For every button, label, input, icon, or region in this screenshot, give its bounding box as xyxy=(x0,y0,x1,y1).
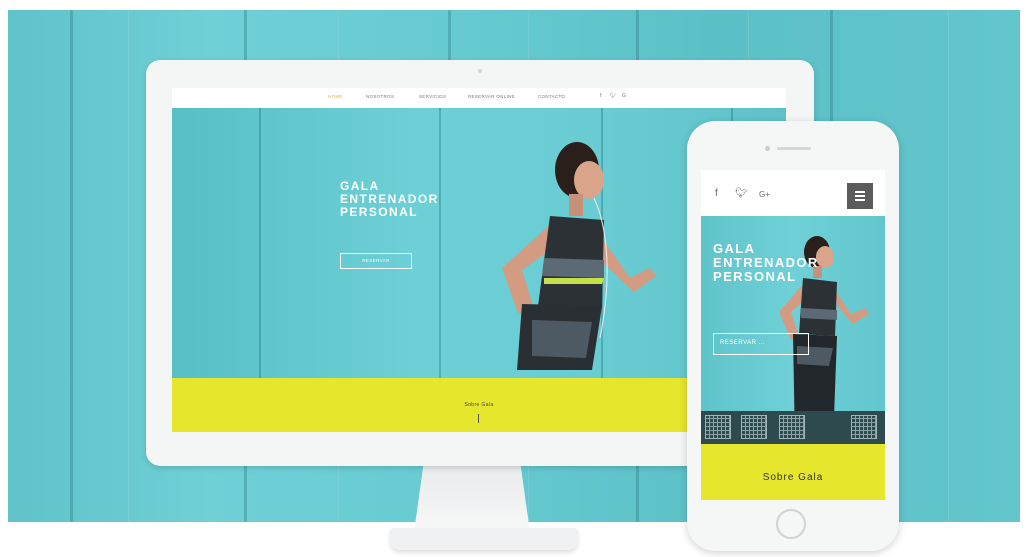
phone-speaker xyxy=(777,147,811,150)
nav-reservar-online[interactable]: RESERVAR ONLINE xyxy=(468,94,515,99)
fence-strip xyxy=(701,411,885,444)
nav-home[interactable]: HOME xyxy=(328,94,343,99)
scroll-indicator xyxy=(478,414,479,423)
hamburger-menu-icon[interactable] xyxy=(847,183,873,209)
twitter-icon[interactable]: 🐦︎ xyxy=(735,188,748,199)
mobile-reservar-button[interactable]: RESERVAR ... xyxy=(713,333,809,355)
facebook-icon[interactable]: f xyxy=(715,188,718,199)
mobile-hero-section: GALA ENTRENADOR PERSONAL RESERVAR ... xyxy=(701,216,885,444)
mobile-about-heading[interactable]: Sobre Gala xyxy=(701,472,885,483)
nav-servicios[interactable]: SERVICIOS xyxy=(419,94,446,99)
google-plus-icon[interactable]: G xyxy=(622,93,626,99)
mobile-about-section: Sobre Gala xyxy=(701,444,885,500)
nav-nosotros[interactable]: NOSOTROS xyxy=(366,94,394,99)
nav-contacto[interactable]: CONTACTO xyxy=(538,94,565,99)
twitter-icon[interactable]: 🐦︎ xyxy=(610,93,616,99)
mobile-header: f 🐦︎ G+ xyxy=(701,170,885,216)
phone-camera-icon xyxy=(765,146,770,151)
mobile-screen: f 🐦︎ G+ GALA ENTRENADOR PERSONAL RESERVA… xyxy=(701,170,885,500)
google-plus-icon[interactable]: G+ xyxy=(759,190,770,199)
reservar-button[interactable]: RESERVAR xyxy=(340,253,412,269)
webcam-icon xyxy=(478,69,482,73)
facebook-icon[interactable]: f xyxy=(600,93,601,99)
monitor-base xyxy=(390,528,578,550)
hero-title: GALA ENTRENADOR PERSONAL xyxy=(340,179,439,219)
monitor-stand xyxy=(414,466,530,532)
site-navbar: HOME NOSOTROS SERVICIOS RESERVAR ONLINE … xyxy=(172,88,786,108)
home-button xyxy=(776,509,806,539)
mobile-hero-title: GALA ENTRENADOR PERSONAL xyxy=(713,241,819,284)
